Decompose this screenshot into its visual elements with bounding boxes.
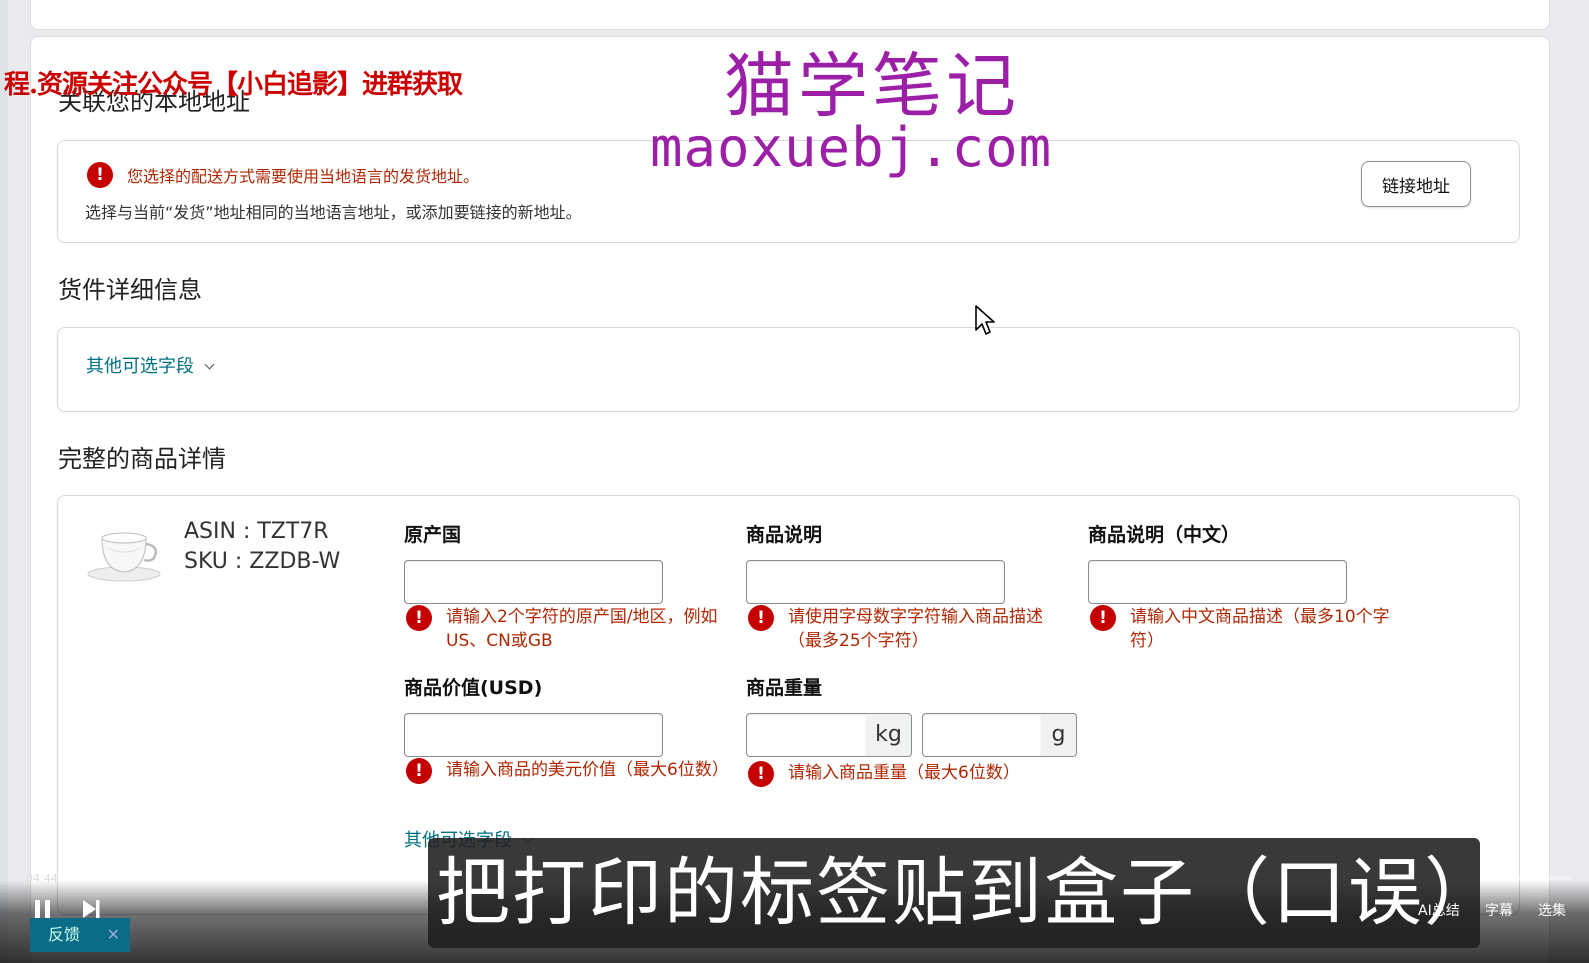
pause-button[interactable]: [34, 900, 52, 920]
origin-label: 原产国: [404, 524, 462, 546]
captions-button[interactable]: 字幕: [1485, 900, 1513, 920]
progress-fill: [72, 876, 92, 880]
origin-error: ! 请输入2个字符的原产国/地区，例如US、CN或GB: [406, 605, 736, 653]
feedback-label: 反馈: [48, 925, 81, 944]
product-sku: SKU : ZZDB-W: [184, 549, 341, 574]
shipment-section-title: 货件详细信息: [58, 276, 202, 304]
ai-summary-button[interactable]: AI总结: [1418, 900, 1460, 920]
link-address-button[interactable]: 链接地址: [1361, 161, 1471, 207]
product-section-title: 完整的商品详情: [58, 445, 226, 473]
watermark-banner: 程.资源关注公众号【小白追影】进群获取: [4, 70, 463, 100]
weight-g-unit: g: [1041, 713, 1077, 757]
weight-kg-input[interactable]: [746, 713, 867, 757]
screen: 关联您的本地地址 ! 您选择的配送方式需要使用当地语言的发货地址。 选择与当前“…: [0, 0, 1589, 963]
product-teacup-image: [87, 532, 161, 582]
episodes-button[interactable]: 选集: [1538, 900, 1566, 920]
description-label: 商品说明: [746, 524, 823, 546]
alert-icon: !: [406, 758, 432, 784]
shipment-optional-fields-toggle[interactable]: 其他可选字段: [86, 352, 215, 378]
weight-error: ! 请输入商品重量（最大6位数）: [748, 761, 1078, 787]
alert-icon: !: [87, 162, 113, 188]
watermark-url: maoxuebj.com: [650, 116, 1053, 179]
chevron-down-icon: [204, 359, 215, 370]
address-alert-text: 您选择的配送方式需要使用当地语言的发货地址。: [127, 167, 480, 186]
value-usd-input[interactable]: [404, 713, 663, 757]
description-error: ! 请使用字母数字字符输入商品描述（最多25个字符）: [748, 605, 1063, 653]
optional-fields-link[interactable]: 其他可选字段: [86, 356, 194, 377]
value-usd-error-text: 请输入商品的美元价值（最大6位数）: [446, 760, 729, 780]
product-asin: ASIN : TZT7R: [184, 519, 329, 544]
description-cn-error: ! 请输入中文商品描述（最多10个字符）: [1090, 605, 1410, 653]
previous-card: [30, 0, 1550, 30]
pause-icon: [35, 900, 40, 920]
playback-time: 04:44: [26, 872, 58, 885]
left-edge: [0, 0, 8, 963]
description-cn-label: 商品说明（中文）: [1088, 524, 1241, 546]
description-cn-error-text: 请输入中文商品描述（最多10个字符）: [1130, 607, 1390, 651]
description-input[interactable]: [746, 560, 1005, 604]
origin-error-text: 请输入2个字符的原产国/地区，例如US、CN或GB: [446, 607, 718, 651]
address-hint-text: 选择与当前“发货”地址相同的当地语言地址，或添加要链接的新地址。: [85, 203, 582, 222]
weight-g-input[interactable]: [922, 713, 1042, 757]
alert-icon: !: [1090, 605, 1116, 631]
weight-error-text: 请输入商品重量（最大6位数）: [788, 763, 1020, 783]
origin-input[interactable]: [404, 560, 663, 604]
value-usd-label: 商品价值(USD): [404, 677, 543, 699]
weight-kg-unit: kg: [866, 713, 912, 757]
next-icon[interactable]: [80, 898, 102, 920]
value-usd-error: ! 请输入商品的美元价值（最大6位数）: [406, 758, 729, 784]
close-icon[interactable]: ✕: [107, 918, 120, 952]
weight-label: 商品重量: [746, 677, 823, 699]
video-subtitle: 把打印的标签贴到盒子（口误）上: [428, 838, 1480, 948]
alert-icon: !: [748, 605, 774, 631]
alert-icon: !: [406, 605, 432, 631]
pause-icon: [45, 900, 50, 920]
shipment-box: 其他可选字段: [57, 327, 1520, 412]
description-error-text: 请使用字母数字字符输入商品描述（最多25个字符）: [788, 607, 1043, 651]
description-cn-input[interactable]: [1088, 560, 1347, 604]
feedback-button[interactable]: 反馈 ✕: [30, 918, 130, 952]
alert-icon: !: [748, 761, 774, 787]
mouse-cursor-icon: [975, 305, 995, 335]
